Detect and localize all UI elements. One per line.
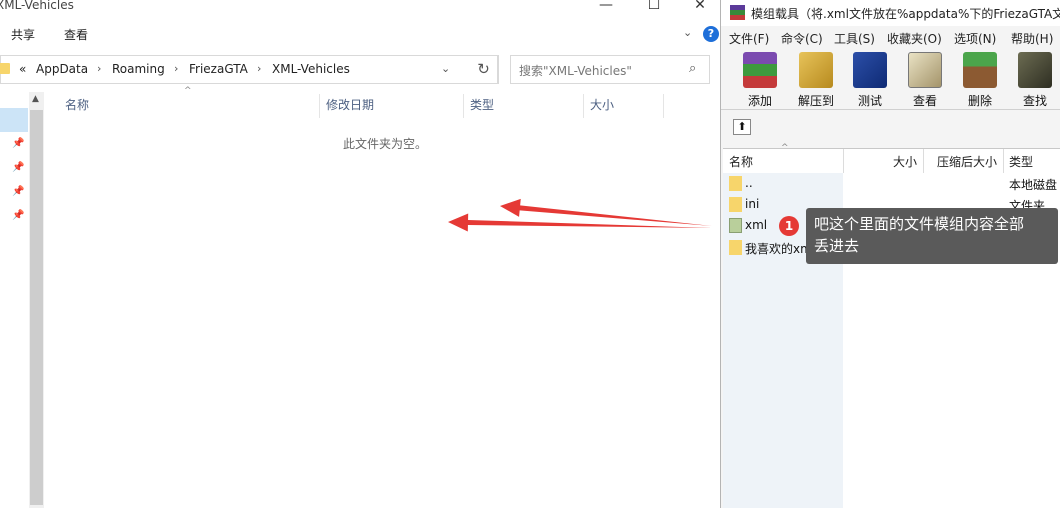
arrow-group [448,198,712,232]
annotation-text-line2: 丢进去 [814,237,860,255]
annotation-number-badge: 1 [779,216,799,236]
annotation-arrow-1 [500,198,712,226]
annotation-text-line1: 吧这个里面的文件模组内容全部 [814,215,1025,233]
annotation-callout: 吧这个里面的文件模组内容全部 丢进去 [806,208,1058,264]
